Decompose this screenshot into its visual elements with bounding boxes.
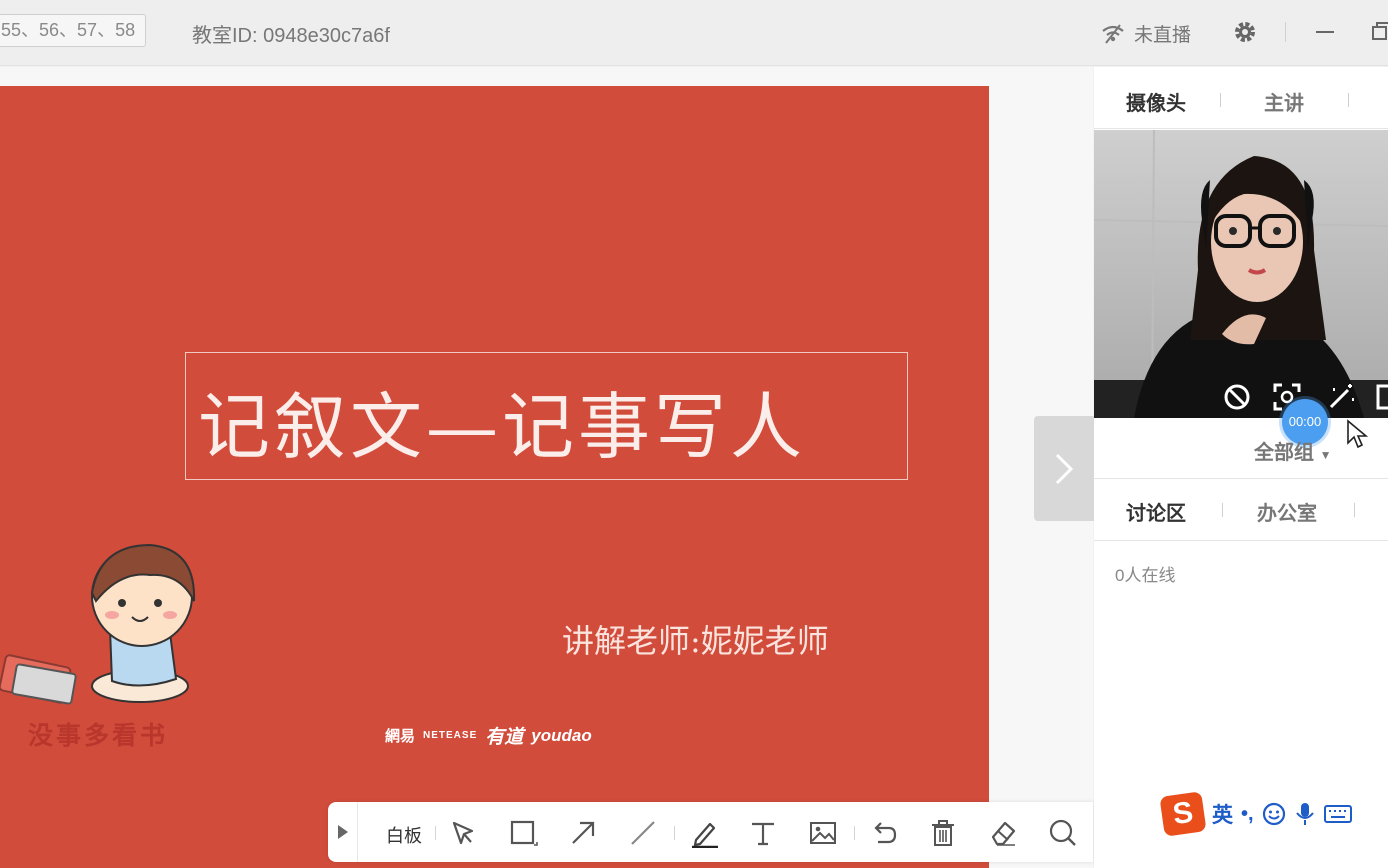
slide: 记叙文—记事写人 讲解老师:妮妮老师 没事多看书 網易 NETEASE 有道 y… xyxy=(0,86,989,868)
slide-stage: 记叙文—记事写人 讲解老师:妮妮老师 没事多看书 網易 NETEASE 有道 y… xyxy=(0,67,1093,868)
restore-button[interactable] xyxy=(1372,22,1388,40)
text-icon[interactable] xyxy=(748,818,778,848)
next-slide-button[interactable] xyxy=(1034,416,1094,521)
image-icon[interactable] xyxy=(808,818,838,848)
logo-youdao-en: youdao xyxy=(531,725,592,745)
microphone-icon[interactable] xyxy=(1294,801,1316,827)
reading-boy-illustration xyxy=(0,543,196,705)
pen-icon[interactable] xyxy=(690,818,720,848)
toolbar-collapse-button[interactable] xyxy=(328,802,358,862)
divider xyxy=(1222,503,1223,517)
divider xyxy=(1354,503,1355,517)
magic-wand-icon[interactable] xyxy=(1326,382,1356,412)
tab-presenter[interactable]: 主讲 xyxy=(1264,87,1304,116)
logo-netease-cn: 網易 xyxy=(385,728,416,745)
rectangle-icon[interactable] xyxy=(508,818,538,848)
mouse-cursor-icon xyxy=(1347,419,1368,449)
classroom-id: 教室ID: 0948e30c7a6f xyxy=(192,19,390,48)
chat-tabs: 讨论区 办公室 xyxy=(1094,478,1388,541)
slide-teacher: 讲解老师:妮妮老师 xyxy=(562,622,829,660)
divider xyxy=(1285,22,1286,42)
whiteboard-button[interactable]: 白板 xyxy=(386,822,422,848)
divider xyxy=(435,826,436,840)
sticker-caption: 没事多看书 xyxy=(28,722,169,750)
slide-title: 记叙文—记事写人 xyxy=(198,385,807,469)
tab-discussion[interactable]: 讨论区 xyxy=(1126,497,1186,526)
classroom-id-label: 教室ID: xyxy=(192,25,258,47)
arrow-icon[interactable] xyxy=(568,818,598,848)
netease-youdao-logo: 網易 NETEASE 有道 youdao xyxy=(385,722,592,749)
live-status[interactable]: 未直播 xyxy=(1100,20,1191,47)
live-status-label: 未直播 xyxy=(1134,25,1192,46)
keyboard-icon[interactable] xyxy=(1323,804,1352,824)
divider xyxy=(674,826,675,840)
lesson-range-field[interactable]: 55、56、57、58 xyxy=(0,14,146,47)
video-tabs: 摄像头 主讲 xyxy=(1094,67,1388,129)
zoom-icon[interactable] xyxy=(1048,818,1078,848)
fullscreen-icon[interactable] xyxy=(1374,382,1388,412)
logo-netease-en: NETEASE xyxy=(423,730,478,741)
block-icon[interactable] xyxy=(1222,382,1252,412)
chevron-right-icon xyxy=(1055,453,1074,485)
eraser-icon[interactable] xyxy=(988,818,1018,848)
broadcast-icon xyxy=(1102,23,1124,44)
drawing-toolbar: 白板 xyxy=(328,802,1093,862)
group-select[interactable]: 全部组 ▼ xyxy=(1254,436,1331,465)
minimize-button[interactable] xyxy=(1316,31,1334,33)
top-bar: 55、56、57、58 教室ID: 0948e30c7a6f 未直播 xyxy=(0,0,1388,66)
chevron-down-icon: ▼ xyxy=(1319,448,1332,462)
camera-feed[interactable] xyxy=(1094,130,1388,418)
play-icon xyxy=(338,825,348,839)
tab-camera[interactable]: 摄像头 xyxy=(1126,87,1186,116)
tab-office[interactable]: 办公室 xyxy=(1257,497,1317,526)
divider xyxy=(1220,93,1221,107)
ime-toolbar[interactable]: S 英 •, xyxy=(1159,789,1388,839)
sogou-logo-icon: S xyxy=(1159,791,1207,837)
right-panel: 摄像头 主讲 00:00 全部组 ▼ 讨论区 办公室 0人在线 S 英 •, xyxy=(1094,67,1388,868)
undo-icon[interactable] xyxy=(869,818,899,848)
ime-language-toggle[interactable]: 英 xyxy=(1212,799,1233,829)
line-icon[interactable] xyxy=(628,818,658,848)
select-icon[interactable] xyxy=(448,818,478,848)
emoji-icon[interactable] xyxy=(1262,802,1286,826)
trash-icon[interactable] xyxy=(928,818,958,848)
group-select-label: 全部组 xyxy=(1254,442,1314,464)
punctuation-icon[interactable]: •, xyxy=(1241,803,1254,826)
divider xyxy=(1348,93,1349,107)
logo-youdao-cn: 有道 xyxy=(485,727,524,748)
divider xyxy=(854,826,855,840)
gear-icon[interactable] xyxy=(1232,19,1258,45)
teacher-video xyxy=(1094,130,1388,418)
classroom-id-value: 0948e30c7a6f xyxy=(263,25,390,47)
online-count: 0人在线 xyxy=(1115,566,1176,585)
